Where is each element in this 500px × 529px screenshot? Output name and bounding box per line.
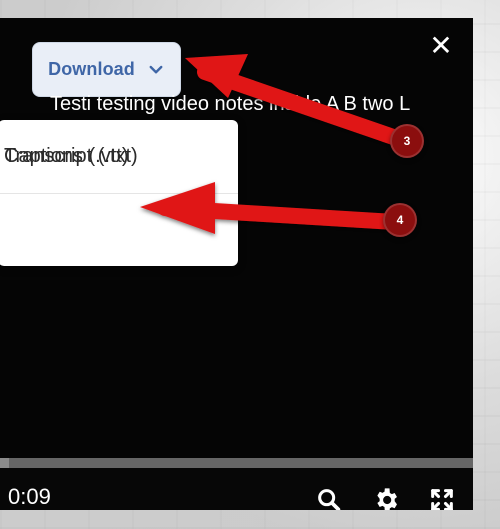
video-player: Download ✕ Testi testing video notes ins… [0,18,473,510]
caption-text: Testi testing video notes inside A B two… [50,93,411,115]
chevron-down-icon [149,65,163,73]
progress-bar[interactable] [0,458,473,468]
menu-divider [0,193,238,194]
search-icon[interactable] [315,486,343,510]
player-controls: 0:09 [0,468,473,510]
menu-item-captions-vtt[interactable]: Captions (.vtt) [0,120,238,193]
download-menu: Transcript (.txt) Captions (.vtt) [0,120,238,266]
close-icon[interactable]: ✕ [427,32,455,60]
progress-fill [0,458,10,468]
download-button[interactable]: Download [32,42,181,97]
gear-icon[interactable] [372,486,400,510]
menu-item-label: Captions (.vtt) [4,145,129,167]
current-time: 0:09 [8,484,51,509]
download-button-label: Download [48,59,135,79]
fullscreen-icon[interactable] [428,486,456,510]
